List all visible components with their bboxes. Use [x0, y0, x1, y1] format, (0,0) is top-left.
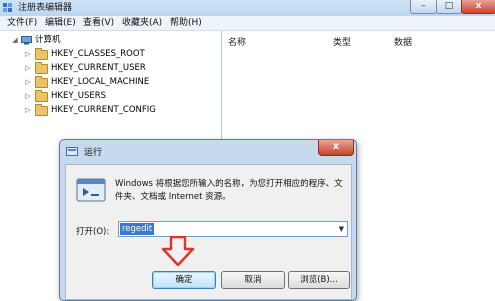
tree-item-hkey-local-machine[interactable]: ▷ HKEY_LOCAL_MACHINE: [0, 76, 210, 89]
cancel-button[interactable]: 取消: [221, 271, 285, 289]
ok-button[interactable]: 确定: [152, 271, 216, 289]
tree-item-label: HKEY_LOCAL_MACHINE: [51, 77, 150, 87]
open-input-value[interactable]: regedit: [120, 223, 155, 235]
tree-root-computer[interactable]: ◢ 计算机: [0, 34, 200, 47]
tree-item-label: HKEY_CURRENT_CONFIG: [51, 105, 156, 115]
run-dialog-close-button[interactable]: x: [318, 140, 354, 156]
tree-item-label: HKEY_USERS: [51, 91, 107, 101]
expand-icon[interactable]: ▷: [24, 104, 32, 117]
column-header-name[interactable]: 名称: [228, 35, 246, 48]
tree-item-hkey-current-user[interactable]: ▷ HKEY_CURRENT_USER: [0, 62, 210, 75]
tree-item-hkey-classes-root[interactable]: ▷ HKEY_CLASSES_ROOT: [0, 48, 210, 61]
dropdown-arrow-icon[interactable]: ▼: [339, 223, 344, 235]
title-bar[interactable]: 注册表编辑器 – □ x: [0, 0, 495, 17]
column-header-type[interactable]: 类型: [333, 35, 351, 48]
run-dialog: 运行 x Windows 将根据您所输入的名称，为您打开相应的程序、文件夹、文档…: [59, 139, 357, 301]
open-label: 打开(O):: [76, 227, 110, 237]
run-dialog-title: 运行: [84, 148, 103, 158]
red-arrow-annotation-icon: [161, 236, 195, 266]
run-description: Windows 将根据您所输入的名称，为您打开相应的程序、文件夹、文档或 Int…: [115, 179, 343, 202]
expand-icon[interactable]: ▷: [24, 62, 32, 75]
run-icon: [66, 147, 78, 156]
tree-item-label: HKEY_CLASSES_ROOT: [51, 49, 145, 59]
menu-help[interactable]: 帮助(H): [170, 16, 202, 30]
collapse-icon[interactable]: ◢: [11, 34, 19, 47]
folder-icon: [35, 48, 48, 60]
menu-file[interactable]: 文件(F): [7, 16, 37, 30]
minimize-button[interactable]: –: [410, 0, 437, 14]
menu-favorites[interactable]: 收藏夹(A): [122, 16, 162, 30]
menu-edit[interactable]: 编辑(E): [45, 16, 76, 30]
expand-icon[interactable]: ▷: [24, 90, 32, 103]
expand-icon[interactable]: ▷: [24, 76, 32, 89]
tree-root-label: 计算机: [35, 35, 61, 45]
maximize-button[interactable]: □: [436, 0, 462, 14]
browse-button[interactable]: 浏览(B)...: [288, 271, 350, 289]
menu-bar: 文件(F) 编辑(E) 查看(V) 收藏夹(A) 帮助(H): [0, 16, 495, 31]
folder-icon: [35, 62, 48, 74]
folder-icon: [35, 90, 48, 102]
tree-item-hkey-current-config[interactable]: ▷ HKEY_CURRENT_CONFIG: [0, 104, 210, 117]
close-button[interactable]: x: [461, 0, 495, 14]
menu-view[interactable]: 查看(V): [83, 16, 114, 30]
run-dialog-body: Windows 将根据您所输入的名称，为您打开相应的程序、文件夹、文档或 Int…: [65, 164, 352, 300]
tree-item-label: HKEY_CURRENT_USER: [51, 63, 146, 73]
tree-item-hkey-users[interactable]: ▷ HKEY_USERS: [0, 90, 210, 103]
window-title: 注册表编辑器: [18, 3, 73, 13]
computer-icon: [21, 36, 32, 45]
expand-icon[interactable]: ▷: [24, 48, 32, 61]
folder-icon: [35, 104, 48, 116]
open-combobox[interactable]: regedit ▼: [118, 221, 348, 237]
registry-editor-icon: [3, 3, 12, 12]
run-program-icon: [76, 178, 106, 202]
column-header-data[interactable]: 数据: [394, 35, 412, 48]
folder-icon: [35, 76, 48, 88]
